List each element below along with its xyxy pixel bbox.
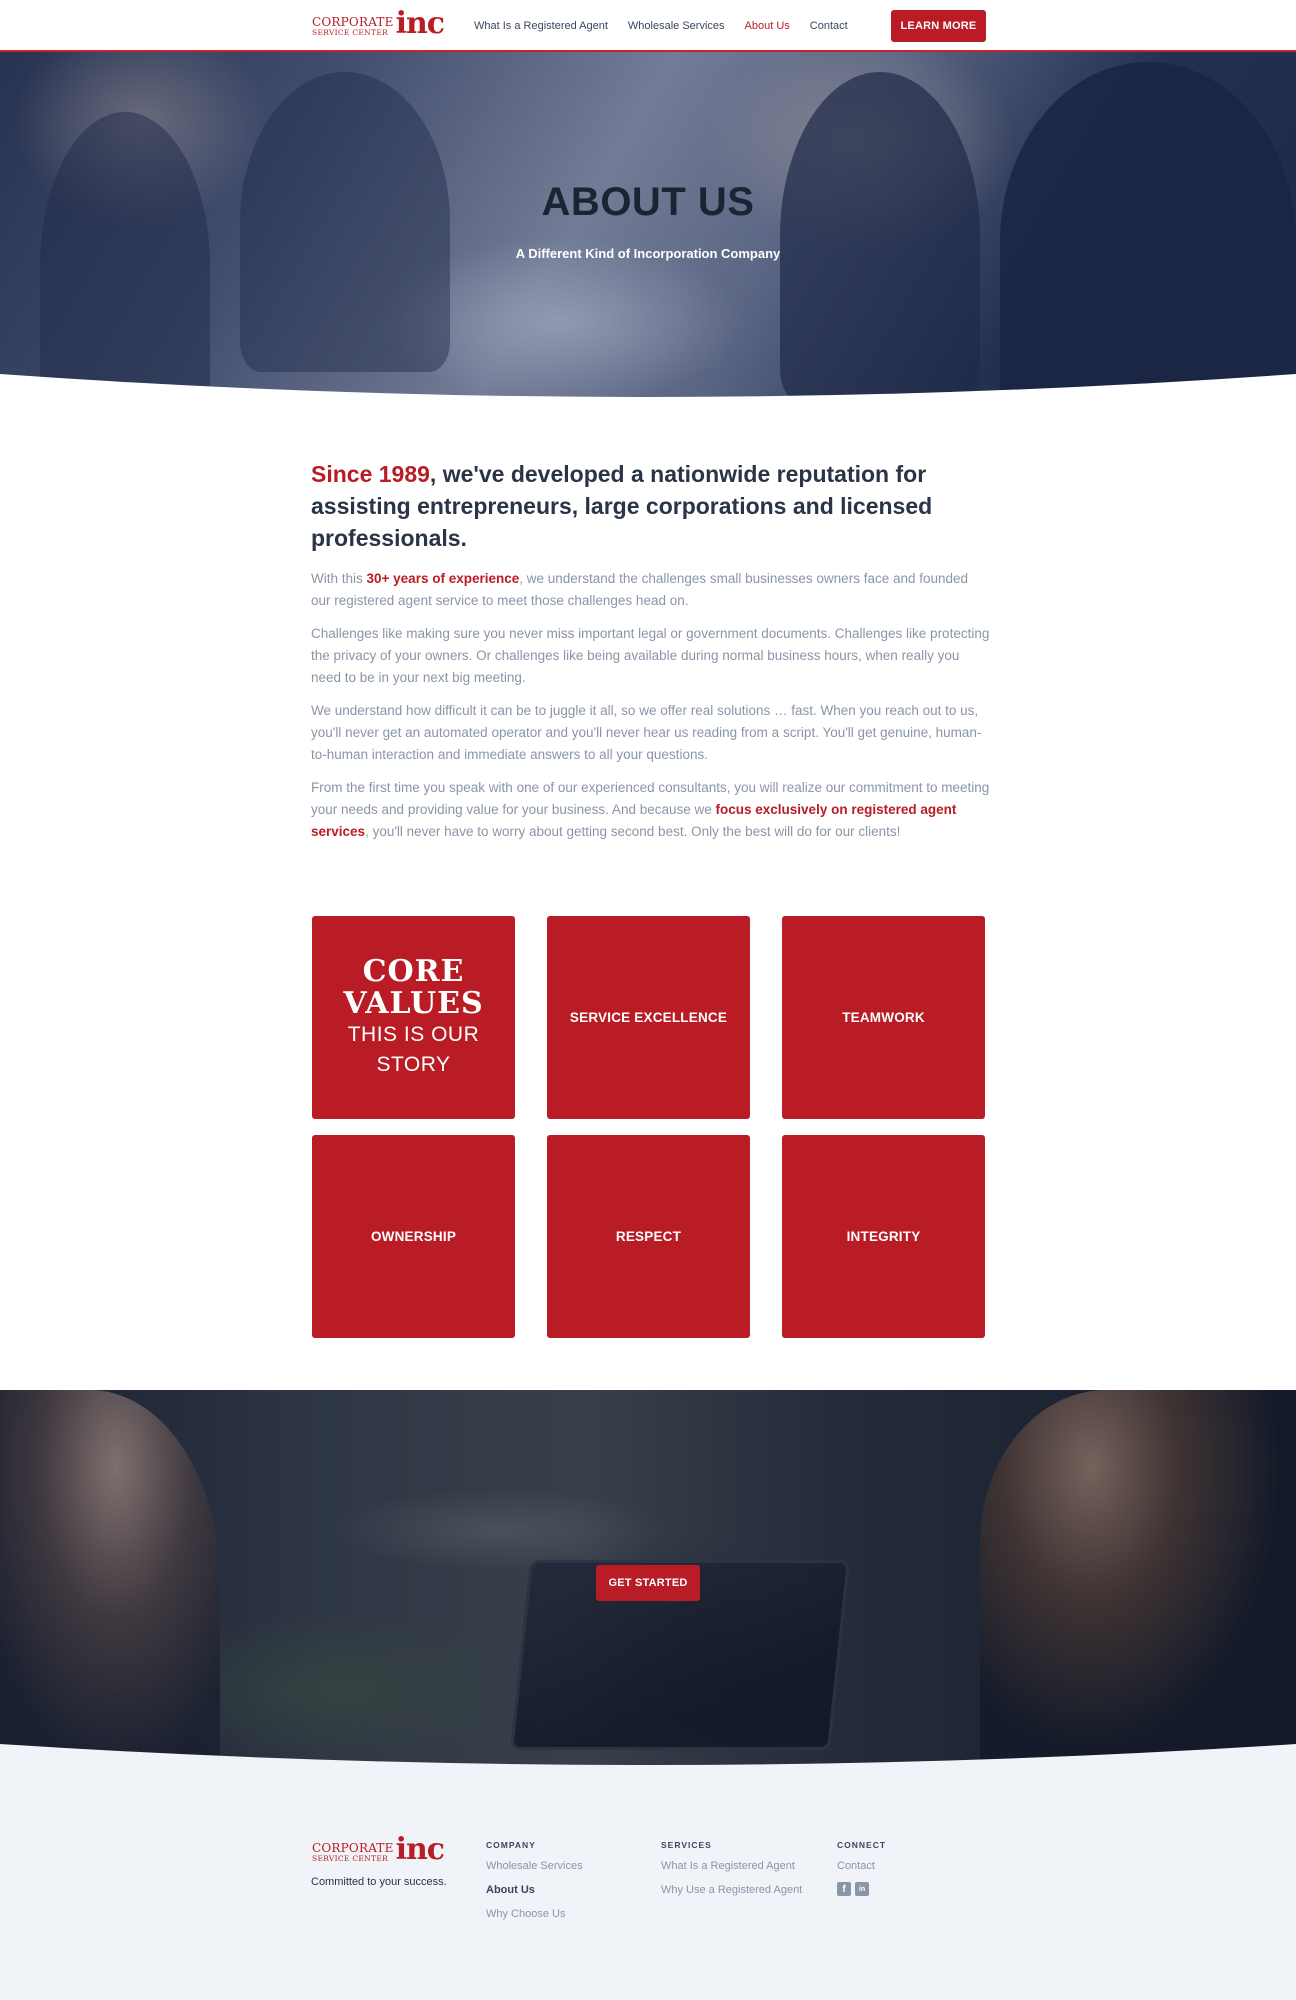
about-paragraphs: With this 30+ years of experience, we un… — [311, 568, 991, 854]
nav-link-registered-agent[interactable]: What Is a Registered Agent — [474, 20, 608, 32]
footer-column-company: COMPANY Wholesale Services About Us Why … — [486, 1840, 583, 1932]
page-title: ABOUT US — [541, 180, 755, 224]
logo-line-1: CORPORATE — [312, 1840, 394, 1855]
logo-wordmark: CORPORATE SERVICE CENTER — [312, 1842, 394, 1863]
top-navigation: CORPORATE SERVICE CENTER inc What Is a R… — [0, 0, 1296, 52]
footer-link-what-is-registered-agent[interactable]: What Is a Registered Agent — [661, 1860, 802, 1872]
value-tile-respect: RESPECT — [547, 1135, 750, 1338]
value-tile-service-excellence: SERVICE EXCELLENCE — [547, 916, 750, 1119]
nav-link-wholesale-services[interactable]: Wholesale Services — [628, 20, 725, 32]
social-links: f in — [837, 1882, 886, 1896]
value-tile-ownership: OWNERSHIP — [312, 1135, 515, 1338]
footer-tagline: Committed to your success. — [311, 1876, 447, 1888]
paragraph-experience: With this 30+ years of experience, we un… — [311, 568, 991, 612]
footer-link-wholesale-services[interactable]: Wholesale Services — [486, 1860, 583, 1872]
facebook-icon[interactable]: f — [837, 1882, 851, 1896]
story-line-2: STORY — [376, 1052, 451, 1076]
paragraph-challenges: Challenges like making sure you never mi… — [311, 626, 990, 685]
nav-links: What Is a Registered Agent Wholesale Ser… — [474, 0, 848, 52]
core-values-grid: CORE VALUES THIS IS OUR STORY SERVICE EX… — [312, 916, 986, 1338]
logo-wordmark: CORPORATE SERVICE CENTER — [312, 16, 394, 37]
site-footer: CORPORATE SERVICE CENTER inc Committed t… — [0, 1774, 1296, 2000]
nav-link-about-us[interactable]: About Us — [745, 20, 790, 32]
hero-bottom-curve — [0, 374, 1296, 406]
hero-overlay — [0, 52, 1296, 406]
core-values-line-1: CORE — [362, 953, 465, 989]
page-subtitle: A Different Kind of Incorporation Compan… — [515, 246, 781, 261]
footer-logo[interactable]: CORPORATE SERVICE CENTER inc — [312, 1832, 445, 1867]
intro-highlight: Since 1989 — [311, 461, 430, 487]
paragraph-text: , you'll never have to worry about getti… — [365, 824, 901, 839]
logo-mark: inc — [395, 1832, 445, 1867]
site-logo[interactable]: CORPORATE SERVICE CENTER inc — [312, 6, 445, 41]
intro-heading: Since 1989, we've developed a nationwide… — [311, 458, 991, 554]
footer-column-services: SERVICES What Is a Registered Agent Why … — [661, 1840, 802, 1908]
logo-line-1: CORPORATE — [312, 14, 394, 29]
footer-heading: CONNECT — [837, 1840, 887, 1850]
core-values-line-2: VALUES — [343, 985, 484, 1021]
learn-more-button[interactable]: LEARN MORE — [891, 10, 986, 42]
core-values-heading-tile: CORE VALUES THIS IS OUR STORY — [312, 916, 515, 1119]
value-tile-teamwork: TEAMWORK — [782, 916, 985, 1119]
nav-link-contact[interactable]: Contact — [810, 20, 848, 32]
banner-bottom-curve — [0, 1744, 1296, 1774]
about-content: Since 1989, we've developed a nationwide… — [0, 406, 1296, 1390]
get-started-button[interactable]: GET STARTED — [596, 1565, 700, 1601]
footer-column-connect: CONNECT Contact f in — [837, 1840, 886, 1896]
footer-link-about-us[interactable]: About Us — [486, 1884, 583, 1896]
paragraph-commitment: From the first time you speak with one o… — [311, 777, 991, 843]
footer-link-why-choose-us[interactable]: Why Choose Us — [486, 1908, 583, 1920]
linkedin-icon[interactable]: in — [855, 1882, 869, 1896]
story-line-1: THIS IS OUR — [347, 1022, 480, 1046]
footer-link-why-use-registered-agent[interactable]: Why Use a Registered Agent — [661, 1884, 802, 1896]
footer-heading: COMPANY — [486, 1840, 536, 1850]
cta-banner: GET STARTED — [0, 1390, 1296, 1774]
logo-mark: inc — [395, 6, 445, 41]
hero-section: ABOUT US A Different Kind of Incorporati… — [0, 52, 1296, 406]
logo-line-2: SERVICE CENTER — [312, 27, 389, 37]
paragraph-text: With this — [311, 571, 367, 586]
logo-line-2: SERVICE CENTER — [312, 1853, 389, 1863]
value-tile-integrity: INTEGRITY — [782, 1135, 985, 1338]
experience-highlight: 30+ years of experience — [366, 571, 520, 586]
footer-link-contact[interactable]: Contact — [837, 1860, 886, 1872]
footer-heading: SERVICES — [661, 1840, 712, 1850]
paragraph-solutions: We understand how difficult it can be to… — [311, 703, 982, 762]
